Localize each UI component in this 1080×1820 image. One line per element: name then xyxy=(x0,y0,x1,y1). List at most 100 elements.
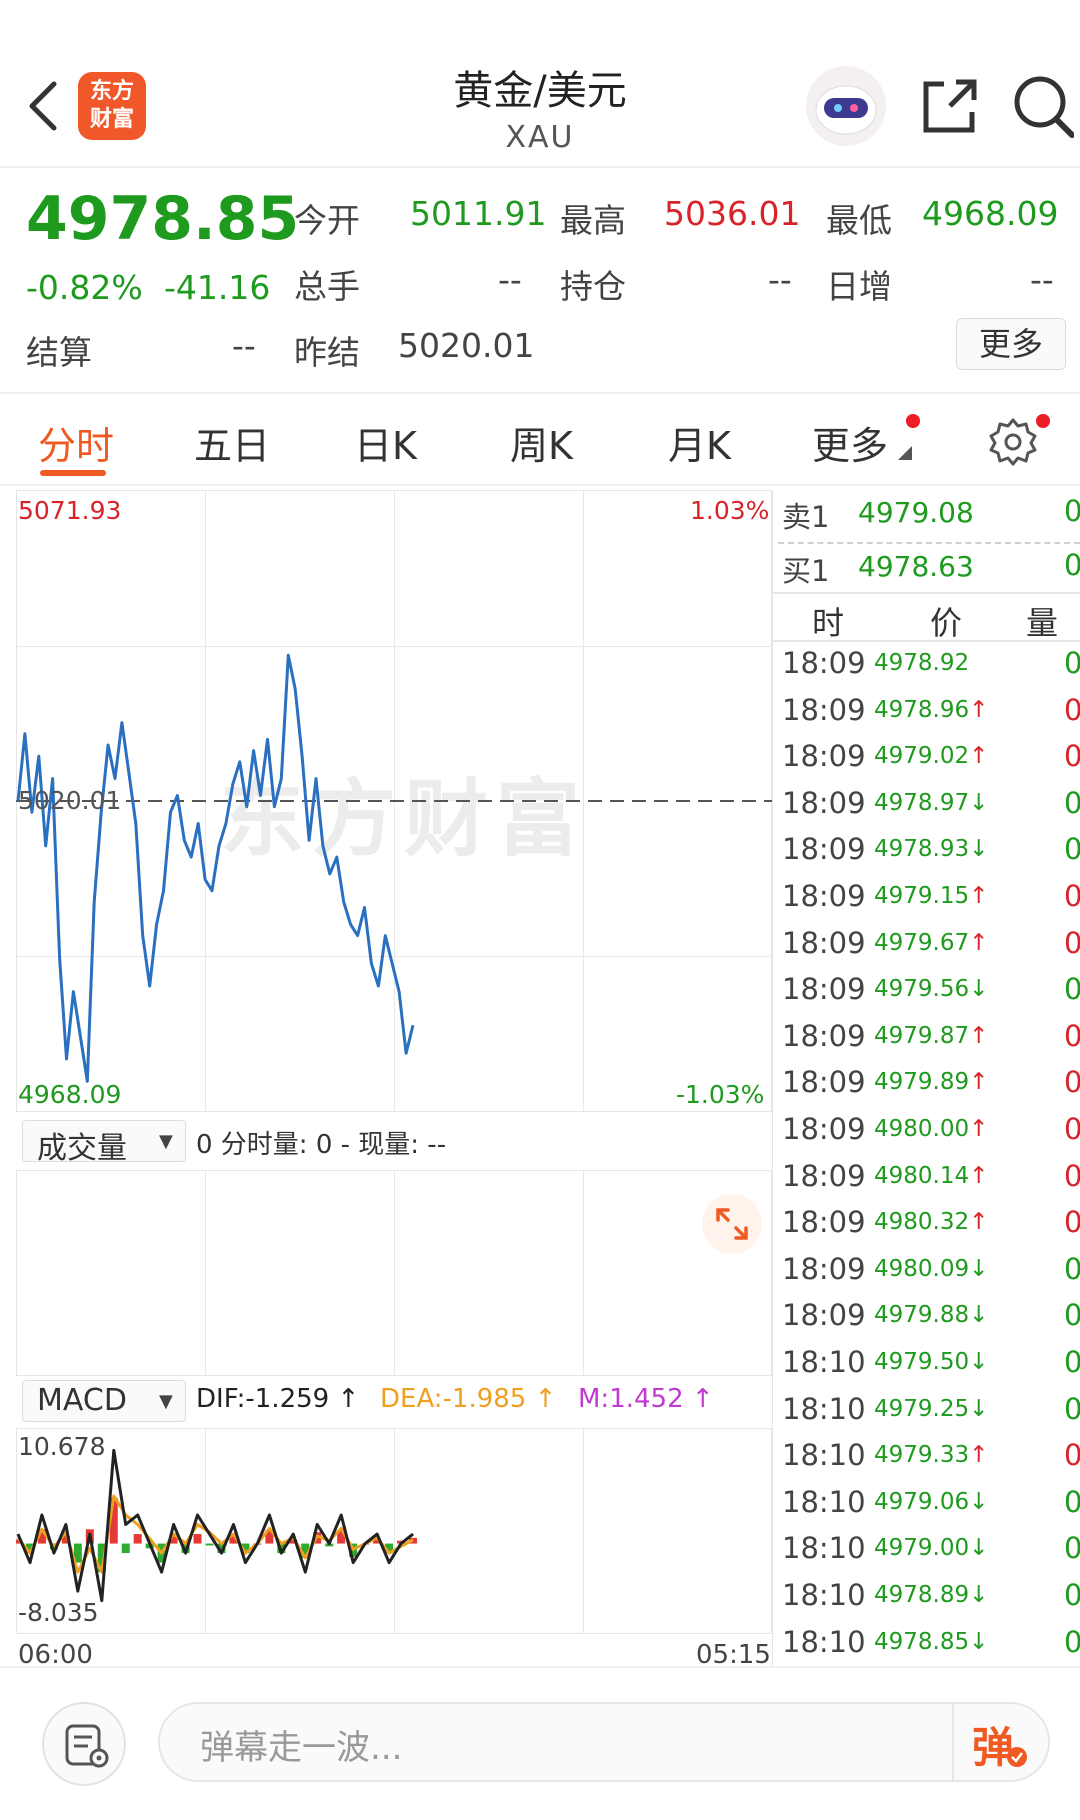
tape-price: 4978.97↓ xyxy=(874,789,989,816)
arrow-up-icon: ↑ xyxy=(969,1162,989,1189)
arrow-down-icon: ↓ xyxy=(969,1255,989,1282)
tape-time: 18:09 xyxy=(782,1065,866,1100)
more-notify-dot xyxy=(906,414,920,428)
tape-row: 18:09 4979.89↑ 0 xyxy=(782,1065,1080,1111)
corner-triangle-icon xyxy=(898,446,912,460)
page-subtitle: XAU xyxy=(505,120,575,155)
tab-weekly-k[interactable]: 周K xyxy=(510,415,573,470)
tab-monthly-k[interactable]: 月K xyxy=(668,415,731,470)
intraday-price-chart[interactable] xyxy=(16,490,772,1112)
tape-price: 4979.89↑ xyxy=(874,1069,989,1096)
tape-volume: 0 xyxy=(1064,1624,1080,1659)
tape-time: 18:09 xyxy=(782,832,866,867)
share-icon[interactable] xyxy=(920,76,980,136)
macd-m-readout: M:1.452 ↑ xyxy=(578,1384,714,1414)
tape-time: 18:10 xyxy=(782,1624,866,1659)
tabs-divider xyxy=(0,484,1080,486)
tape-volume: 0 xyxy=(1064,1205,1080,1240)
search-icon[interactable] xyxy=(1012,72,1074,138)
y-max-pct-label: 1.03% xyxy=(690,496,770,525)
tape-volume: 0 xyxy=(1064,1018,1080,1053)
tape-header-time: 时 xyxy=(812,604,845,642)
macd-dea-readout: DEA:-1.985 ↑ xyxy=(380,1384,557,1414)
tape-volume: 0 xyxy=(1064,1345,1080,1379)
open-label: 今开 xyxy=(294,201,360,240)
tape-volume: 0 xyxy=(1064,879,1080,913)
tape-price: 4980.09↓ xyxy=(874,1255,989,1282)
position-label: 持仓 xyxy=(560,267,626,306)
tape-row: 18:09 4979.56↓ 0 xyxy=(782,972,1080,1018)
tape-row: 18:10 4978.85↓ 0 xyxy=(782,1625,1080,1671)
arrow-up-icon: ↑ xyxy=(969,743,989,770)
tape-volume: 0 xyxy=(1064,1531,1080,1566)
tape-volume: 0 xyxy=(1064,1298,1080,1333)
buy1-price: 4978.63 xyxy=(858,550,974,583)
danmaku-input[interactable]: 弹幕走一波... xyxy=(158,1702,1050,1782)
price-line xyxy=(16,653,415,1083)
prev-settle-label: 昨结 xyxy=(294,333,360,372)
tape-volume: 0 xyxy=(1064,1438,1080,1473)
arrow-down-icon: ↓ xyxy=(969,1395,989,1422)
volume-indicator-select[interactable]: 成交量 ▼ xyxy=(22,1120,186,1166)
tape-time: 18:09 xyxy=(782,972,866,1007)
arrow-up-icon: ↑ xyxy=(969,1442,989,1469)
tab-five-day[interactable]: 五日 xyxy=(194,415,270,470)
dif-line xyxy=(16,1448,414,1603)
tape-row: 18:10 4979.33↑ 0 xyxy=(782,1438,1080,1484)
tape-time: 18:09 xyxy=(782,879,866,913)
tab-more[interactable]: 更多 xyxy=(812,415,888,470)
tab-intraday[interactable]: 分时 xyxy=(38,415,114,470)
arrow-up-icon: ↑ xyxy=(969,1069,989,1096)
macd-indicator-select[interactable]: MACD ▼ xyxy=(22,1380,186,1422)
tape-header-divider xyxy=(772,640,1080,642)
back-arrow-icon[interactable] xyxy=(24,78,64,134)
note-button[interactable] xyxy=(42,1702,126,1786)
input-divider xyxy=(952,1702,954,1782)
arrow-down-icon: ↓ xyxy=(969,1302,989,1329)
tape-row: 18:09 4980.00↑ 0 xyxy=(782,1112,1080,1158)
tape-time: 18:09 xyxy=(782,1205,866,1240)
tape-time: 18:09 xyxy=(782,739,866,774)
robot-avatar-icon[interactable] xyxy=(802,62,890,150)
tape-volume: 0 xyxy=(1064,646,1080,680)
sell1-qty: 0 xyxy=(1064,494,1080,528)
settings-gear-icon[interactable] xyxy=(988,416,1038,466)
arrow-down-icon: ↓ xyxy=(969,836,989,863)
tab-daily-k[interactable]: 日K xyxy=(354,415,417,470)
macd-chart[interactable] xyxy=(16,1428,772,1634)
daily-increase-label: 日增 xyxy=(826,267,892,306)
page-title: 黄金/美元 xyxy=(453,68,627,114)
tape-row: 18:10 4979.25↓ 0 xyxy=(782,1392,1080,1438)
tape-price: 4979.06↓ xyxy=(874,1488,989,1515)
tape-time: 18:10 xyxy=(782,1484,866,1519)
sell1-price: 4979.08 xyxy=(858,496,974,529)
tape-time: 18:09 xyxy=(782,925,866,960)
tape-time: 18:09 xyxy=(782,692,866,727)
tape-volume: 0 xyxy=(1064,972,1080,1007)
tape-header-price: 价 xyxy=(930,604,963,642)
arrow-down-icon: ↓ xyxy=(969,1488,989,1515)
ref-line-label: 5020.01 xyxy=(18,786,122,815)
tape-row: 18:09 4979.15↑ 0 xyxy=(782,879,1080,925)
tape-price: 4978.93↓ xyxy=(874,836,989,863)
expand-icon[interactable] xyxy=(700,1192,764,1256)
tab-active-indicator xyxy=(40,470,106,476)
buy1-qty: 0 xyxy=(1064,548,1080,582)
tape-row: 18:09 4980.32↑ 0 xyxy=(782,1205,1080,1251)
macd-min-label: -8.035 xyxy=(18,1598,99,1627)
book-bottom-divider xyxy=(772,592,1080,594)
tape-price: 4979.87↑ xyxy=(874,1022,989,1049)
tape-price: 4980.14↑ xyxy=(874,1162,989,1189)
tape-row: 18:09 4979.87↑ 0 xyxy=(782,1019,1080,1065)
tape-volume: 0 xyxy=(1064,1578,1080,1612)
tape-row: 18:10 4979.00↓ 0 xyxy=(782,1531,1080,1577)
more-quote-button[interactable]: 更多 xyxy=(956,318,1066,370)
tape-time: 18:09 xyxy=(782,1112,866,1146)
tape-volume: 0 xyxy=(1064,739,1080,774)
y-min-pct-label: -1.03% xyxy=(676,1080,765,1109)
tape-row: 18:10 4978.89↓ 0 xyxy=(782,1578,1080,1624)
y-min-label: 4968.09 xyxy=(18,1080,122,1109)
tape-volume: 0 xyxy=(1064,1158,1080,1193)
book-divider xyxy=(778,542,1080,544)
tape-time: 18:09 xyxy=(782,1251,866,1286)
